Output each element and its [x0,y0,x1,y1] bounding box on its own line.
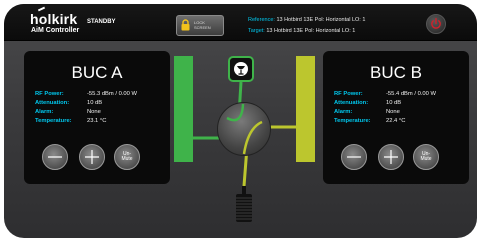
buc-a-stats: RF Power: -55.3 dBm / 0.00 W Attenuation… [35,91,165,127]
temperature-label: Temperature: [334,118,371,124]
stat-row: Attenuation: 10 dB [334,100,464,109]
feed-horn-icon [236,186,252,222]
unmute-label-line2: Mute [420,156,432,162]
stat-row: RF Power: -55.4 dBm / 0.00 W [334,91,464,100]
decrease-attenuation-button[interactable] [42,144,68,170]
plus-icon [85,150,99,164]
stat-row: RF Power: -55.3 dBm / 0.00 W [35,91,165,100]
stat-row: Temperature: 23.1 °C [35,118,165,127]
buc-a-panel: BUC A RF Power: -55.3 dBm / 0.00 W Atten… [24,51,170,184]
alarm-value: None [386,109,400,115]
plus-icon [384,150,398,164]
minus-icon [48,156,62,158]
panel-title: BUC A [71,63,123,82]
buc-b-stats: RF Power: -55.4 dBm / 0.00 W Attenuation… [334,91,464,127]
unmute-label-line2: Mute [121,156,133,162]
decrease-attenuation-button[interactable] [341,144,367,170]
rf-power-label: RF Power: [334,91,363,97]
stat-row: Attenuation: 10 dB [35,100,165,109]
unmute-label: Un- Mute [115,152,139,162]
temperature-label: Temperature: [35,118,72,124]
rf-power-label: RF Power: [35,91,64,97]
satellite-dish-icon [234,62,248,76]
controller-frame: holkirk AiM Controller STANDBY LOCK SCRE… [4,4,477,238]
alarm-value: None [87,109,101,115]
panel-title: BUC B [370,63,422,82]
stat-row: Alarm: None [35,109,165,118]
alarm-label: Alarm: [334,109,353,115]
rf-power-value: -55.3 dBm / 0.00 W [87,91,137,97]
alarm-label: Alarm: [35,109,54,115]
increase-attenuation-button[interactable] [79,144,105,170]
attenuation-value: 10 dB [386,100,402,106]
unmute-label: Un- Mute [414,152,438,162]
increase-attenuation-button[interactable] [378,144,404,170]
unmute-button[interactable]: Un- Mute [114,144,140,170]
temperature-value: 22.4 °C [386,118,406,124]
minus-icon [347,156,361,158]
attenuation-label: Attenuation: [35,100,70,106]
buc-b-panel: BUC B RF Power: -55.4 dBm / 0.00 W Atten… [323,51,469,184]
attenuation-label: Attenuation: [334,100,369,106]
attenuation-value: 10 dB [87,100,103,106]
rf-power-value: -55.4 dBm / 0.00 W [386,91,436,97]
unmute-button[interactable]: Un- Mute [413,144,439,170]
stat-row: Alarm: None [334,109,464,118]
satellite-dish-button[interactable] [228,56,254,82]
temperature-value: 23.1 °C [87,118,107,124]
stat-row: Temperature: 22.4 °C [334,118,464,127]
